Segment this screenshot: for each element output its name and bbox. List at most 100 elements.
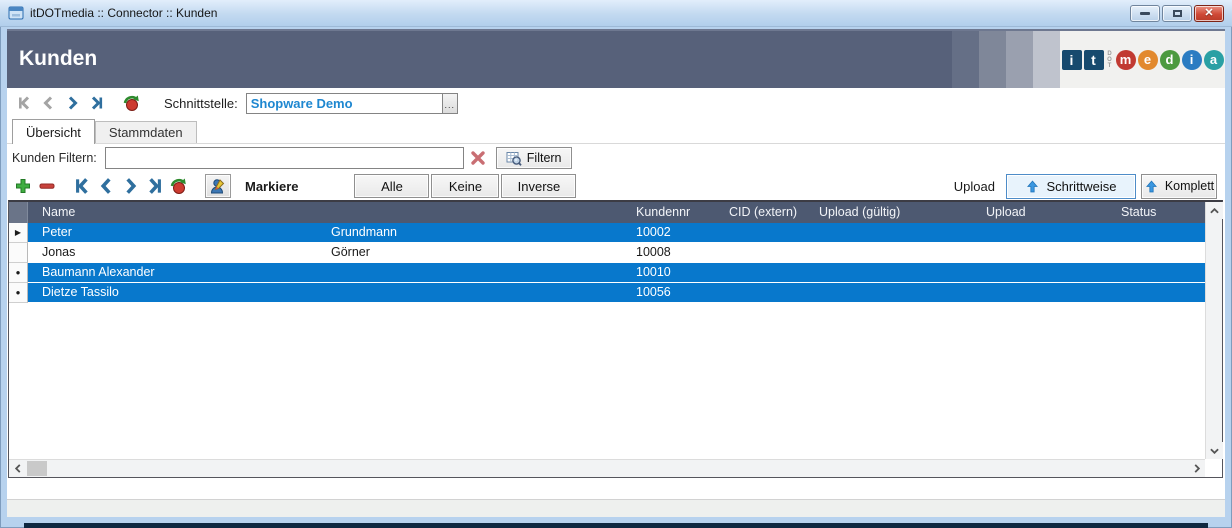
cell-kundennr: 10002 <box>622 223 715 243</box>
first-record-button[interactable] <box>12 92 36 114</box>
column-header-name[interactable]: Name <box>28 202 317 223</box>
logo-dot-text: DOT <box>1107 51 1113 69</box>
schnittstelle-input[interactable] <box>246 93 442 114</box>
previous-record-button[interactable] <box>36 92 60 114</box>
filter-input[interactable] <box>105 147 464 169</box>
table-row[interactable]: Jonas Görner 10008 <box>9 243 1205 263</box>
grid-body: ▶ Peter Grundmann 10002 Jonas Görner 100… <box>9 223 1205 459</box>
titlebar: itDOTmedia :: Connector :: Kunden ✕ <box>0 0 1232 27</box>
close-button[interactable]: ✕ <box>1194 5 1224 22</box>
window-controls: ✕ <box>1130 5 1226 22</box>
decorative-stripes <box>952 31 1060 88</box>
close-icon: ✕ <box>1204 8 1213 19</box>
last-record-button[interactable] <box>84 92 108 114</box>
scroll-up-button[interactable] <box>1206 202 1223 219</box>
edit-user-button[interactable] <box>205 174 231 198</box>
upload-schrittweise-button[interactable]: Schrittweise <box>1006 174 1136 199</box>
scroll-down-button[interactable] <box>1206 442 1223 459</box>
separator <box>64 176 65 196</box>
scroll-right-button[interactable] <box>1188 460 1205 477</box>
window-title: itDOTmedia :: Connector :: Kunden <box>30 6 217 20</box>
cell-upload <box>972 243 1107 263</box>
refresh-rows-button[interactable] <box>166 175 190 197</box>
cell-upload <box>972 223 1107 243</box>
tab-stammdaten[interactable]: Stammdaten <box>95 121 197 143</box>
page-title: Kunden <box>19 47 97 71</box>
maximize-button[interactable] <box>1162 5 1192 22</box>
markiere-alle-button[interactable]: Alle <box>354 174 429 198</box>
filter-row: Kunden Filtern: Filtern <box>7 144 1225 172</box>
cell-cid <box>715 223 805 243</box>
scroll-left-button[interactable] <box>9 460 26 477</box>
schrittweise-label: Schrittweise <box>1046 179 1116 194</box>
clear-filter-button[interactable] <box>468 148 488 168</box>
cell-name2: Görner <box>317 243 622 263</box>
separator <box>148 93 149 113</box>
add-button[interactable] <box>11 175 35 197</box>
record-navigator-toolbar: Schnittstelle: ... <box>7 88 1225 118</box>
minimize-button[interactable] <box>1130 5 1160 22</box>
table-row[interactable]: ● Dietze Tassilo 10056 <box>9 283 1205 303</box>
column-header-cid-extern[interactable]: CID (extern) <box>715 202 805 223</box>
column-header-upload-gueltig[interactable]: Upload (gültig) <box>805 202 972 223</box>
upload-group: Upload Schrittweise Komplett <box>954 174 1225 199</box>
cell-status <box>1107 223 1205 243</box>
column-header-kundennr[interactable]: Kundennr <box>622 202 715 223</box>
next-row-button[interactable] <box>118 175 142 197</box>
logo-letter: i <box>1182 50 1202 70</box>
column-header-upload[interactable]: Upload <box>972 202 1107 223</box>
filtern-button-label: Filtern <box>527 151 562 165</box>
column-header-status[interactable]: Status <box>1107 202 1205 223</box>
upload-komplett-button[interactable]: Komplett <box>1141 174 1217 199</box>
cell-name: Peter <box>28 223 317 243</box>
filtern-button[interactable]: Filtern <box>496 147 572 169</box>
filter-grid-icon <box>506 151 522 166</box>
cell-status <box>1107 283 1205 303</box>
tab-uebersicht[interactable]: Übersicht <box>12 119 95 144</box>
cell-upload <box>972 263 1107 283</box>
table-row[interactable]: ● Baumann Alexander 10010 <box>9 263 1205 283</box>
markiere-keine-button[interactable]: Keine <box>431 174 499 198</box>
cell-name: Dietze Tassilo <box>28 283 317 303</box>
browse-button[interactable]: ... <box>442 93 458 114</box>
plus-icon <box>14 177 32 195</box>
cell-cid <box>715 263 805 283</box>
cell-upload-gueltig <box>805 223 972 243</box>
first-row-button[interactable] <box>70 175 94 197</box>
previous-row-button[interactable] <box>94 175 118 197</box>
separator <box>113 93 114 113</box>
column-header-name2[interactable] <box>317 202 622 223</box>
cell-name2 <box>317 283 622 303</box>
logo-letter: m <box>1116 50 1136 70</box>
remove-button[interactable] <box>35 175 59 197</box>
logo-letter: t <box>1084 50 1104 70</box>
schnittstelle-label: Schnittstelle: <box>164 96 238 111</box>
cell-name: Jonas <box>28 243 317 263</box>
grid-header: Name Kundennr CID (extern) Upload (gülti… <box>9 202 1205 223</box>
cell-kundennr: 10008 <box>622 243 715 263</box>
next-record-button[interactable] <box>60 92 84 114</box>
cell-upload-gueltig <box>805 263 972 283</box>
grid-corner-cell <box>9 202 28 223</box>
maximize-icon <box>1173 10 1182 17</box>
horizontal-scrollbar[interactable] <box>9 459 1205 477</box>
vertical-scrollbar[interactable] <box>1205 202 1222 459</box>
cell-kundennr: 10056 <box>622 283 715 303</box>
last-row-button[interactable] <box>142 175 166 197</box>
kunden-grid: Name Kundennr CID (extern) Upload (gülti… <box>8 200 1223 478</box>
horizontal-scroll-thumb[interactable] <box>27 461 47 476</box>
cell-name2: Grundmann <box>317 223 622 243</box>
app-window: itDOTmedia :: Connector :: Kunden ✕ Kund… <box>0 0 1232 528</box>
cell-cid <box>715 283 805 303</box>
main-content: Schnittstelle: ... Übersicht Stammdaten … <box>7 88 1225 517</box>
upload-arrow-icon <box>1025 179 1040 194</box>
cell-upload-gueltig <box>805 243 972 263</box>
markiere-label: Markiere <box>245 179 298 194</box>
minimize-icon <box>1140 12 1150 15</box>
filter-label: Kunden Filtern: <box>12 151 97 165</box>
table-row[interactable]: ▶ Peter Grundmann 10002 <box>9 223 1205 243</box>
refresh-button[interactable] <box>119 92 143 114</box>
upload-label: Upload <box>954 179 995 194</box>
markiere-inverse-button[interactable]: Inverse <box>501 174 576 198</box>
row-marker: ● <box>9 263 28 283</box>
